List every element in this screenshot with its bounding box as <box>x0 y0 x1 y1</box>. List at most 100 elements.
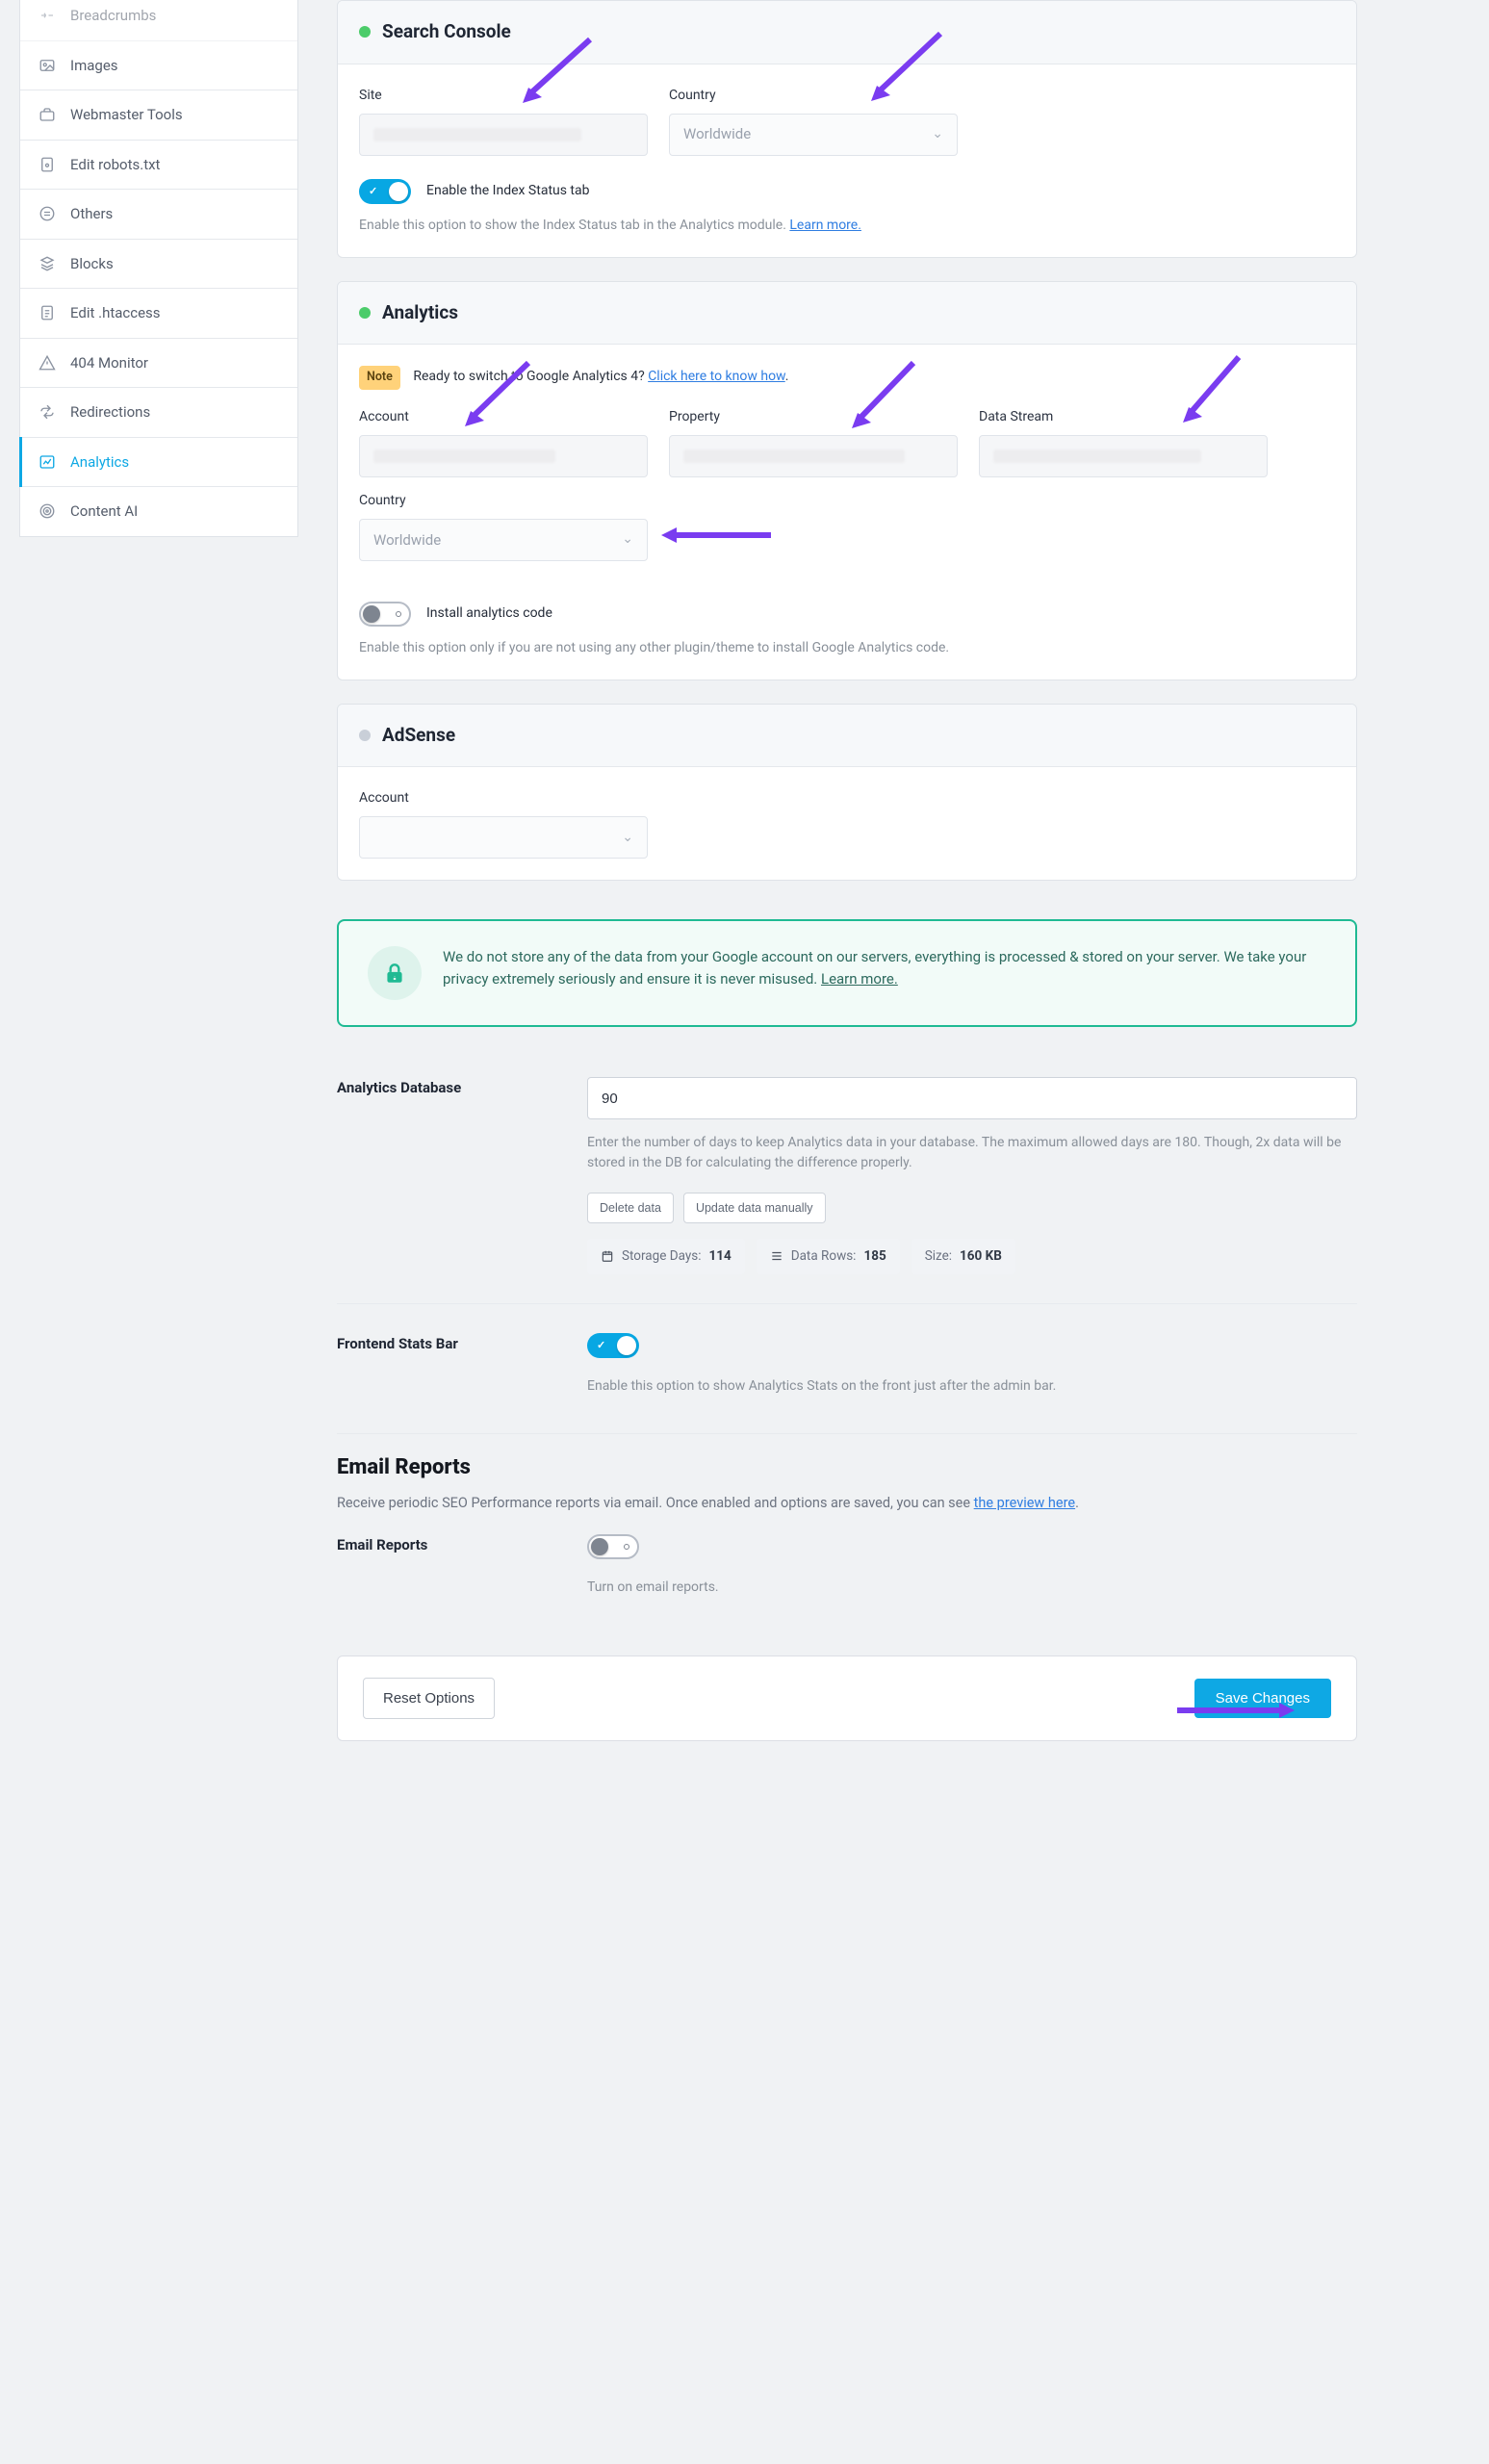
sidebar-item-blocks[interactable]: Blocks <box>20 240 297 290</box>
adsense-account-label: Account <box>359 788 648 808</box>
file-lock-icon <box>38 155 57 174</box>
index-status-toggle[interactable]: ✓ <box>359 179 411 204</box>
images-icon <box>38 56 57 75</box>
panel-title: AdSense <box>382 722 455 750</box>
ga4-note: Note Ready to switch to Google Analytics… <box>359 366 1335 390</box>
privacy-learn-more-link[interactable]: Learn more. <box>821 970 898 988</box>
index-status-toggle-label: Enable the Index Status tab <box>426 181 590 201</box>
toggle-on-indicator-icon: ✓ <box>597 1338 605 1354</box>
adsense-panel: AdSense Account ⌄ <box>337 704 1357 882</box>
email-reports-preview-link[interactable]: the preview here <box>974 1495 1075 1511</box>
toolbox-icon <box>38 105 57 124</box>
country-label: Country <box>669 86 958 106</box>
sidebar-item-robots[interactable]: Edit robots.txt <box>20 141 297 191</box>
analytics-database-input[interactable] <box>587 1077 1357 1119</box>
analytics-panel: Analytics Note Ready to switch to Google… <box>337 281 1357 680</box>
sidebar-item-label: Webmaster Tools <box>70 104 183 126</box>
divider <box>337 1433 1357 1434</box>
save-changes-button[interactable]: Save Changes <box>1194 1679 1331 1718</box>
country-select[interactable]: Worldwide ⌄ <box>669 114 958 156</box>
sidebar-item-label: Analytics <box>70 451 129 474</box>
sidebar-item-images[interactable]: Images <box>20 41 297 91</box>
email-reports-heading: Email Reports <box>337 1451 1357 1483</box>
sidebar-item-label: 404 Monitor <box>70 352 148 374</box>
sidebar-item-label: Edit .htaccess <box>70 302 161 324</box>
sidebar-item-others[interactable]: Others <box>20 190 297 240</box>
email-reports-intro: Receive periodic SEO Performance reports… <box>337 1493 1357 1514</box>
sidebar-item-breadcrumbs[interactable]: Breadcrumbs <box>20 0 297 41</box>
status-dot-icon <box>359 307 371 319</box>
sidebar-item-label: Content AI <box>70 500 138 523</box>
sidebar-item-content-ai[interactable]: Content AI <box>20 487 297 536</box>
frontend-stats-label: Frontend Stats Bar <box>337 1333 549 1355</box>
frontend-stats-row: Frontend Stats Bar ✓ Enable this option … <box>337 1303 1357 1425</box>
country-value: Worldwide <box>683 123 751 145</box>
analytics-country-label: Country <box>359 491 648 511</box>
sidebar-item-label: Blocks <box>70 253 114 275</box>
target-icon <box>38 501 57 521</box>
email-reports-row: Email Reports Turn on email reports. <box>337 1513 1357 1627</box>
property-select[interactable] <box>669 435 958 477</box>
site-select[interactable] <box>359 114 648 156</box>
panel-header: AdSense <box>338 705 1356 768</box>
list-icon <box>38 204 57 223</box>
sidebar-item-redirections[interactable]: Redirections <box>20 388 297 438</box>
ga4-note-link[interactable]: Click here to know how <box>648 369 785 384</box>
sidebar-item-404[interactable]: 404 Monitor <box>20 339 297 389</box>
blocks-icon <box>38 254 57 273</box>
sidebar-item-label: Images <box>70 55 118 77</box>
toggle-on-indicator-icon: ✓ <box>369 184 377 200</box>
chevron-down-icon: ⌄ <box>932 124 943 144</box>
install-analytics-label: Install analytics code <box>426 603 552 624</box>
reset-options-button[interactable]: Reset Options <box>363 1678 495 1719</box>
learn-more-link[interactable]: Learn more. <box>789 218 861 233</box>
analytics-database-label: Analytics Database <box>337 1077 549 1099</box>
analytics-country-select[interactable]: Worldwide ⌄ <box>359 519 648 561</box>
calendar-icon <box>601 1249 614 1263</box>
sidebar-item-htaccess[interactable]: Edit .htaccess <box>20 289 297 339</box>
warning-icon <box>38 353 57 372</box>
account-label: Account <box>359 407 648 427</box>
search-console-panel: Search Console Site Country <box>337 0 1357 258</box>
size-chip: Size: 160 KB <box>911 1239 1015 1273</box>
frontend-stats-help: Enable this option to show Analytics Sta… <box>587 1376 1357 1397</box>
privacy-banner: We do not store any of the data from you… <box>337 919 1357 1027</box>
privacy-text: We do not store any of the data from you… <box>443 946 1326 989</box>
data-stream-label: Data Stream <box>979 407 1268 427</box>
note-badge: Note <box>359 366 400 390</box>
storage-days-chip: Storage Days: 114 <box>587 1239 745 1273</box>
frontend-stats-toggle[interactable]: ✓ <box>587 1333 639 1358</box>
delete-data-button[interactable]: Delete data <box>587 1193 674 1223</box>
install-analytics-toggle[interactable] <box>359 602 411 627</box>
sidebar-item-analytics[interactable]: Analytics <box>20 438 297 488</box>
install-analytics-help: Enable this option only if you are not u… <box>359 638 1335 658</box>
sidebar-item-label: Edit robots.txt <box>70 154 160 176</box>
sidebar-item-label: Redirections <box>70 401 150 424</box>
settings-sidebar: Breadcrumbs Images Webmaster Tools Edit … <box>19 0 298 537</box>
data-stream-select[interactable] <box>979 435 1268 477</box>
breadcrumbs-icon <box>38 6 57 25</box>
redirect-icon <box>38 402 57 422</box>
panel-header: Search Console <box>338 1 1356 64</box>
property-label: Property <box>669 407 958 427</box>
chevron-down-icon: ⌄ <box>622 529 633 550</box>
analytics-icon <box>38 452 57 472</box>
analytics-database-row: Analytics Database Enter the number of d… <box>337 1060 1357 1302</box>
status-dot-icon <box>359 730 371 741</box>
email-reports-toggle-help: Turn on email reports. <box>587 1578 1357 1598</box>
site-label: Site <box>359 86 648 106</box>
email-reports-toggle[interactable] <box>587 1534 639 1559</box>
rows-icon <box>770 1249 783 1263</box>
panel-title: Search Console <box>382 18 511 46</box>
footer-bar: Reset Options Save Changes <box>337 1656 1357 1741</box>
status-dot-icon <box>359 26 371 38</box>
panel-title: Analytics <box>382 299 458 327</box>
sidebar-item-webmaster-tools[interactable]: Webmaster Tools <box>20 90 297 141</box>
email-reports-toggle-label: Email Reports <box>337 1534 549 1556</box>
lock-icon <box>368 946 422 1000</box>
account-select[interactable] <box>359 435 648 477</box>
update-data-button[interactable]: Update data manually <box>683 1193 826 1223</box>
sidebar-item-label: Breadcrumbs <box>70 5 156 27</box>
adsense-account-select[interactable]: ⌄ <box>359 816 648 859</box>
analytics-country-value: Worldwide <box>373 529 441 552</box>
